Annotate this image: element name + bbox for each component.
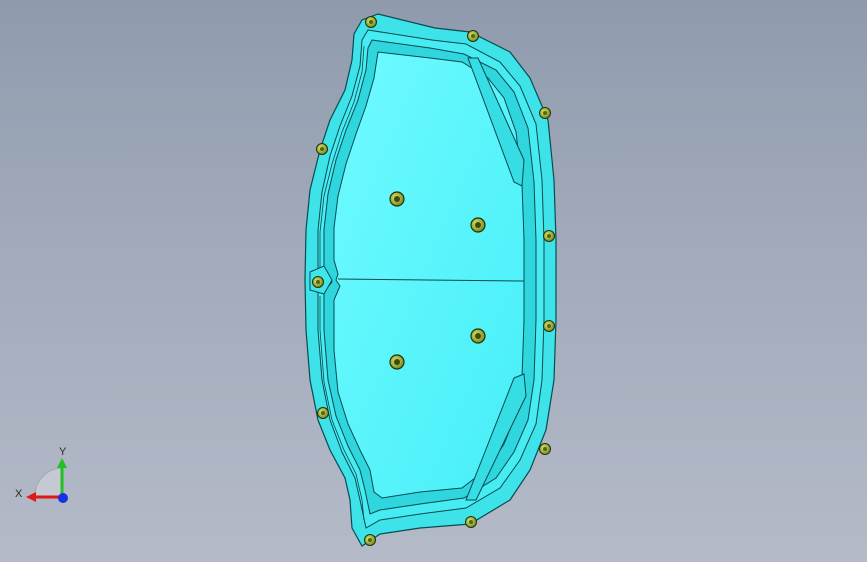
bolt-icon[interactable] [365,16,377,28]
bolt-icon[interactable] [543,320,555,332]
bolt-icon[interactable] [470,328,486,344]
bolt-icon[interactable] [389,191,405,207]
bolt-icon[interactable] [312,276,324,288]
y-axis-label: Y [59,446,67,458]
z-axis-icon [58,493,68,503]
y-arrowhead-icon [57,458,67,468]
bolt-icon[interactable] [539,107,551,119]
coordinate-triad: Y X [15,446,68,503]
bolt-icon[interactable] [317,407,329,419]
bolt-icon[interactable] [467,30,479,42]
x-arrowhead-icon [26,492,36,502]
bolt-icon[interactable] [539,443,551,455]
triad-plane-icon [34,467,63,497]
bolt-icon[interactable] [543,230,555,242]
bolt-icon[interactable] [465,516,477,528]
bolt-icon[interactable] [364,534,376,546]
x-axis-label: X [15,488,23,500]
model-canvas[interactable]: Y X [0,0,867,562]
bolt-icon[interactable] [470,217,486,233]
bolt-icon[interactable] [316,143,328,155]
bolt-icon[interactable] [389,354,405,370]
3d-viewport[interactable]: Y X [0,0,867,562]
